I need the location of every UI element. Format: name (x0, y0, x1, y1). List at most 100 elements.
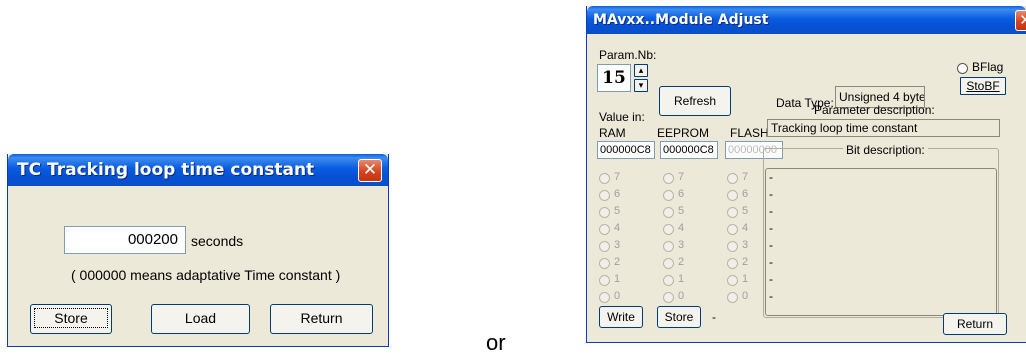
write-label: Write (607, 310, 635, 324)
param-nb-label: Param.Nb: (599, 48, 657, 62)
ram-bit-radio[interactable] (599, 275, 610, 286)
bit-description-item: - (769, 272, 773, 286)
bflag-label: BFlag (972, 60, 1004, 74)
eeprom-value-field[interactable]: 000000C8 (660, 141, 718, 159)
ram-bit-label: 4 (614, 222, 621, 234)
eeprom-bit-radio[interactable] (663, 258, 674, 269)
bit-description-item: - (769, 238, 773, 252)
param-up-button[interactable]: ▴ (634, 64, 648, 77)
eeprom-bit-label: 4 (678, 222, 685, 234)
tc-dialog: TC Tracking loop time constant ✕ 000200 … (7, 154, 389, 347)
bflag-radio[interactable] (957, 63, 968, 74)
eeprom-label: EEPROM (657, 126, 710, 140)
return-button[interactable]: Return (943, 313, 1007, 335)
eeprom-bit-label: 2 (678, 256, 685, 268)
ram-bit-label: 0 (614, 290, 621, 302)
eeprom-bit-label: 5 (678, 205, 685, 217)
adaptive-note: ( 000000 means adaptative Time constant … (71, 267, 341, 283)
eeprom-bit-radio[interactable] (663, 207, 674, 218)
ram-label: RAM (599, 126, 626, 140)
flash-bit-radio[interactable] (727, 173, 738, 184)
flash-bit-radio[interactable] (727, 275, 738, 286)
module-adjust-titlebar[interactable]: MAvxx..Module Adjust ✕ (587, 6, 1026, 34)
module-adjust-title: MAvxx..Module Adjust (593, 12, 769, 28)
refresh-button[interactable]: Refresh (659, 86, 731, 116)
ram-bit-radio[interactable] (599, 224, 610, 235)
eeprom-bit-label: 0 (678, 290, 685, 302)
time-constant-value: 000200 (127, 231, 178, 248)
ram-bit-radio[interactable] (599, 241, 610, 252)
bit-description-item: - (769, 187, 773, 201)
flash-bit-radio[interactable] (727, 224, 738, 235)
tc-dialog-title: TC Tracking loop time constant (17, 160, 315, 180)
flash-bit-label: 4 (742, 222, 749, 234)
return-button-label: Return (300, 310, 343, 326)
arrow-up-icon: ▴ (638, 65, 644, 75)
flash-bit-label: 3 (742, 239, 749, 251)
load-button-label: Load (184, 310, 217, 326)
bit-description-item: - (769, 221, 773, 235)
flash-bit-radio[interactable] (727, 241, 738, 252)
ram-value-field[interactable]: 000000C8 (597, 141, 655, 159)
tc-dialog-titlebar[interactable]: TC Tracking loop time constant ✕ (8, 154, 388, 186)
eeprom-bit-label: 1 (678, 273, 685, 285)
flash-bit-radio[interactable] (727, 190, 738, 201)
store-button[interactable]: Store (30, 304, 112, 334)
or-separator: or (486, 330, 506, 355)
store-button[interactable]: Store (657, 306, 701, 328)
ram-bit-radio[interactable] (599, 292, 610, 303)
eeprom-bit-radio[interactable] (663, 275, 674, 286)
ram-bit-radio[interactable] (599, 190, 610, 201)
ram-bit-radio[interactable] (599, 173, 610, 184)
load-button[interactable]: Load (151, 304, 250, 334)
return-button[interactable]: Return (270, 304, 373, 334)
flash-bit-label: 5 (742, 205, 749, 217)
flash-bit-label: 2 (742, 256, 749, 268)
flash-bit-label: 1 (742, 273, 749, 285)
time-constant-input[interactable]: 000200 (64, 226, 186, 254)
param-desc-value: Tracking loop time constant (771, 121, 918, 135)
eeprom-bit-radio[interactable] (663, 241, 674, 252)
eeprom-bit-radio[interactable] (663, 224, 674, 235)
bit-description-item: - (769, 255, 773, 269)
bit-description-label: Bit description: (843, 143, 928, 157)
write-button[interactable]: Write (599, 306, 643, 328)
bit-description-item: - (769, 204, 773, 218)
flash-bit-label: 7 (742, 171, 749, 183)
param-down-button[interactable]: ▾ (634, 79, 648, 92)
ram-bit-radio[interactable] (599, 258, 610, 269)
stobf-button[interactable]: StoBF (960, 77, 1006, 95)
store-label: Store (664, 310, 694, 324)
ram-value: 000000C8 (600, 144, 651, 156)
bit-description-item: - (769, 170, 773, 184)
flash-bit-radio[interactable] (727, 207, 738, 218)
module-adjust-dialog: MAvxx..Module Adjust ✕ Param.Nb: 15 ▴ ▾ … (586, 6, 1026, 343)
flash-bit-radio[interactable] (727, 258, 738, 269)
param-nb-input[interactable]: 15 (597, 64, 631, 92)
close-icon[interactable]: ✕ (358, 159, 382, 182)
ram-bit-label: 6 (614, 188, 621, 200)
param-desc-field: Tracking loop time constant (767, 119, 1000, 137)
flash-bit-label: 6 (742, 188, 749, 200)
eeprom-bit-radio[interactable] (663, 292, 674, 303)
ram-bit-label: 7 (614, 171, 621, 183)
return-label: Return (956, 317, 994, 331)
eeprom-bit-radio[interactable] (663, 173, 674, 184)
arrow-down-icon: ▾ (638, 80, 644, 90)
stobf-label: StoBF (966, 79, 1000, 93)
flash-bit-label: 0 (742, 290, 749, 302)
eeprom-bit-radio[interactable] (663, 190, 674, 201)
ram-bit-label: 5 (614, 205, 621, 217)
status-text: - (712, 310, 716, 324)
eeprom-bit-label: 7 (678, 171, 685, 183)
ram-bit-radio[interactable] (599, 207, 610, 218)
ram-bit-label: 2 (614, 256, 621, 268)
close-icon[interactable]: ✕ (1015, 10, 1026, 31)
param-desc-label: Parameter description: (814, 103, 935, 117)
ram-bit-label: 1 (614, 273, 621, 285)
param-nb-value: 15 (602, 68, 626, 88)
bit-description-list (765, 168, 997, 316)
flash-bit-radio[interactable] (727, 292, 738, 303)
ram-bit-label: 3 (614, 239, 621, 251)
value-in-label: Value in: (599, 110, 645, 124)
